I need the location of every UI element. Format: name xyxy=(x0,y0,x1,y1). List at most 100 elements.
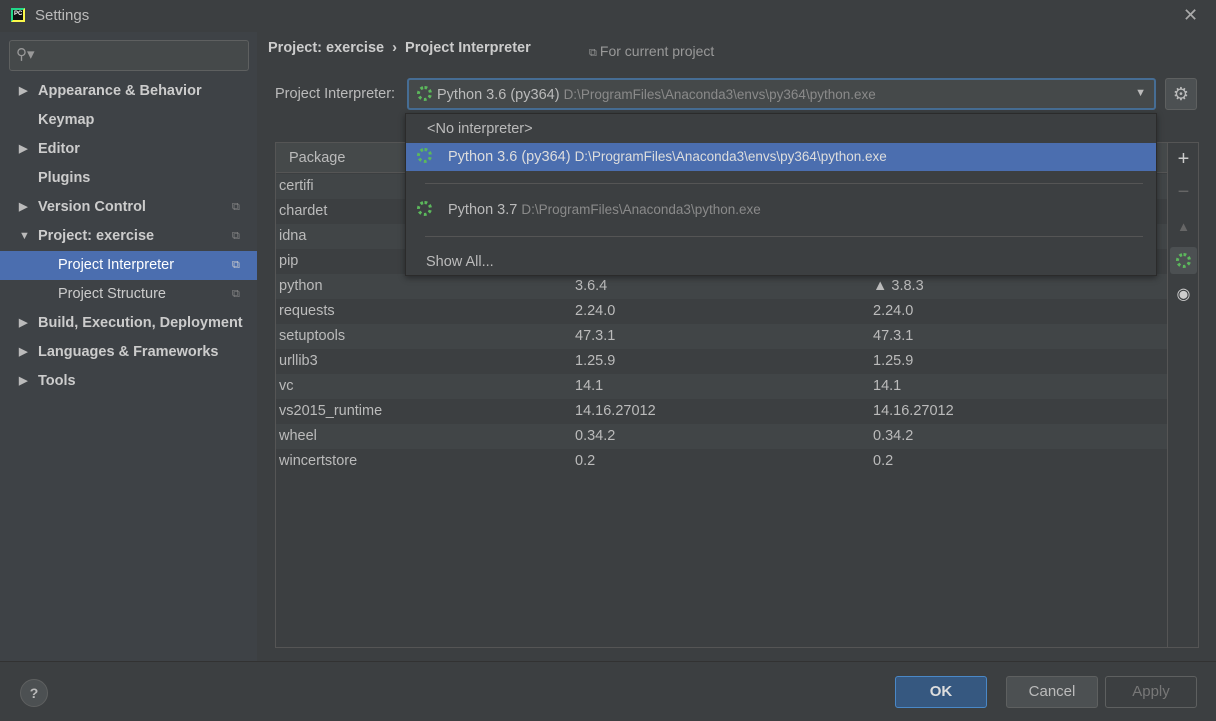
package-version: 14.1 xyxy=(575,378,604,394)
plus-icon[interactable]: + xyxy=(1170,146,1197,173)
column-header-package[interactable]: Package xyxy=(289,150,345,166)
interpreter-label: Project Interpreter: xyxy=(275,86,396,102)
interpreter-dropdown: <No interpreter> Python 3.6 (py364) D:\P… xyxy=(405,113,1157,276)
package-version: 3.6.4 xyxy=(575,278,608,294)
search-icon: ⚲▾ xyxy=(16,46,35,63)
sidebar-item-languages[interactable]: ▶ Languages & Frameworks xyxy=(0,338,257,367)
table-row[interactable]: setuptools 47.3.1 47.3.1 xyxy=(276,324,1167,349)
breadcrumb-page: Project Interpreter xyxy=(405,40,531,56)
package-name: python xyxy=(279,278,323,294)
package-version: 1.25.9 xyxy=(575,353,616,369)
minus-icon[interactable]: − xyxy=(1170,179,1197,206)
sidebar-item-version-control[interactable]: ▶ Version Control ⧉ xyxy=(0,193,257,222)
sidebar-item-editor[interactable]: ▶ Editor xyxy=(0,135,257,164)
latest-version: 2.24.0 xyxy=(873,303,914,319)
table-row[interactable]: wincertstore 0.2 0.2 xyxy=(276,449,1167,474)
option-path: D:\ProgramFiles\Anaconda3\envs\py364\pyt… xyxy=(574,149,887,164)
latest-version: 14.16.27012 xyxy=(873,403,954,419)
sidebar-item-label: Keymap xyxy=(38,112,95,128)
dialog-footer: ? OK Cancel Apply xyxy=(0,661,1216,721)
expand-arrow-icon: ▶ xyxy=(19,317,28,329)
gear-icon[interactable]: ⚙ xyxy=(1165,78,1197,110)
option-name: Python 3.7 xyxy=(448,202,518,218)
table-row[interactable]: urllib3 1.25.9 1.25.9 xyxy=(276,349,1167,374)
breadcrumb: Project: exercise › Project Interpreter xyxy=(268,40,531,56)
package-name: setuptools xyxy=(279,328,346,344)
sidebar-item-tools[interactable]: ▶ Tools xyxy=(0,367,257,396)
sidebar-item-build[interactable]: ▶ Build, Execution, Deployment xyxy=(0,309,257,338)
option-name: Python 3.6 (py364) xyxy=(448,149,571,165)
expand-arrow-icon: ▶ xyxy=(19,201,28,213)
sidebar-item-label: Tools xyxy=(38,373,76,389)
sidebar-item-label: Languages & Frameworks xyxy=(38,344,219,360)
project-scope-icon: ⧉ xyxy=(589,47,600,59)
package-name: certifi xyxy=(279,178,314,194)
latest-version: 14.1 xyxy=(873,378,902,394)
table-row[interactable]: vc 14.1 14.1 xyxy=(276,374,1167,399)
package-version: 0.2 xyxy=(575,453,596,469)
table-row[interactable]: python 3.6.4 ▲ 3.8.3 xyxy=(276,274,1167,299)
sidebar-item-label: Build, Execution, Deployment xyxy=(38,315,243,331)
sidebar-item-project-interpreter[interactable]: Project Interpreter ⧉ xyxy=(0,251,257,280)
expand-arrow-icon: ▶ xyxy=(19,375,28,387)
option-path: D:\ProgramFiles\Anaconda3\python.exe xyxy=(521,202,761,217)
sidebar-item-plugins[interactable]: Plugins xyxy=(0,164,257,193)
package-version: 0.34.2 xyxy=(575,428,616,444)
python-env-icon xyxy=(417,148,432,163)
sidebar-item-label: Version Control xyxy=(38,199,146,215)
scope-note: ⧉ For current project xyxy=(589,43,714,60)
latest-version: 1.25.9 xyxy=(873,353,914,369)
sidebar-item-label: Project: exercise xyxy=(38,228,155,244)
table-row[interactable]: vs2015_runtime 14.16.27012 14.16.27012 xyxy=(276,399,1167,424)
expand-arrow-icon: ▶ xyxy=(19,346,28,358)
package-name: pip xyxy=(279,253,299,269)
option-no-interpreter[interactable]: <No interpreter> xyxy=(406,115,1156,143)
close-icon[interactable]: ✕ xyxy=(1183,5,1198,26)
table-row[interactable]: requests 2.24.0 2.24.0 xyxy=(276,299,1167,324)
project-scope-icon: ⧉ xyxy=(232,201,240,213)
sidebar-item-label: Plugins xyxy=(38,170,91,186)
title-bar: PC Settings ✕ xyxy=(0,0,1216,32)
collapse-arrow-icon: ▼ xyxy=(19,230,30,242)
table-row[interactable]: wheel 0.34.2 0.34.2 xyxy=(276,424,1167,449)
interpreter-select[interactable]: Python 3.6 (py364) D:\ProgramFiles\Anaco… xyxy=(407,78,1156,110)
option-show-all[interactable]: Show All... xyxy=(406,248,1156,276)
project-scope-icon: ⧉ xyxy=(232,288,240,300)
divider xyxy=(425,236,1143,237)
package-name: urllib3 xyxy=(279,353,318,369)
package-name: wheel xyxy=(279,428,317,444)
sidebar-item-label: Project Interpreter xyxy=(58,257,175,273)
package-name: chardet xyxy=(279,203,328,219)
option-python-36[interactable]: Python 3.6 (py364) D:\ProgramFiles\Anaco… xyxy=(406,143,1156,171)
package-version: 47.3.1 xyxy=(575,328,616,344)
help-button[interactable]: ? xyxy=(20,679,48,707)
eye-icon[interactable]: ◉ xyxy=(1170,281,1197,308)
sidebar-item-keymap[interactable]: Keymap xyxy=(0,106,257,135)
upgrade-icon[interactable]: ▲ xyxy=(1170,213,1197,240)
cancel-button[interactable]: Cancel xyxy=(1006,676,1098,708)
sidebar-item-project[interactable]: ▼ Project: exercise ⧉ xyxy=(0,222,257,251)
sidebar-item-label: Appearance & Behavior xyxy=(38,83,202,99)
sidebar-item-project-structure[interactable]: Project Structure ⧉ xyxy=(0,280,257,309)
package-name: idna xyxy=(279,228,307,244)
latest-version: 0.34.2 xyxy=(873,428,914,444)
window-title: Settings xyxy=(35,7,90,24)
project-scope-icon: ⧉ xyxy=(232,259,240,271)
package-version: 14.16.27012 xyxy=(575,403,656,419)
conda-toggle-icon[interactable] xyxy=(1170,247,1197,274)
sidebar-item-appearance[interactable]: ▶ Appearance & Behavior xyxy=(0,77,257,106)
search-input[interactable]: ⚲▾ xyxy=(9,40,249,71)
expand-arrow-icon: ▶ xyxy=(19,143,28,155)
packages-toolbar: + − ▲ ◉ xyxy=(1168,142,1199,648)
sidebar-item-label: Editor xyxy=(38,141,80,157)
package-name: wincertstore xyxy=(279,453,358,469)
project-scope-icon: ⧉ xyxy=(232,230,240,242)
divider xyxy=(425,183,1143,184)
apply-button[interactable]: Apply xyxy=(1105,676,1197,708)
python-env-icon xyxy=(417,86,432,101)
package-name: vs2015_runtime xyxy=(279,403,383,419)
ok-button[interactable]: OK xyxy=(895,676,987,708)
python-env-icon xyxy=(417,201,432,216)
breadcrumb-project: Project: exercise xyxy=(268,40,385,56)
option-python-37[interactable]: Python 3.7 D:\ProgramFiles\Anaconda3\pyt… xyxy=(406,196,1156,224)
